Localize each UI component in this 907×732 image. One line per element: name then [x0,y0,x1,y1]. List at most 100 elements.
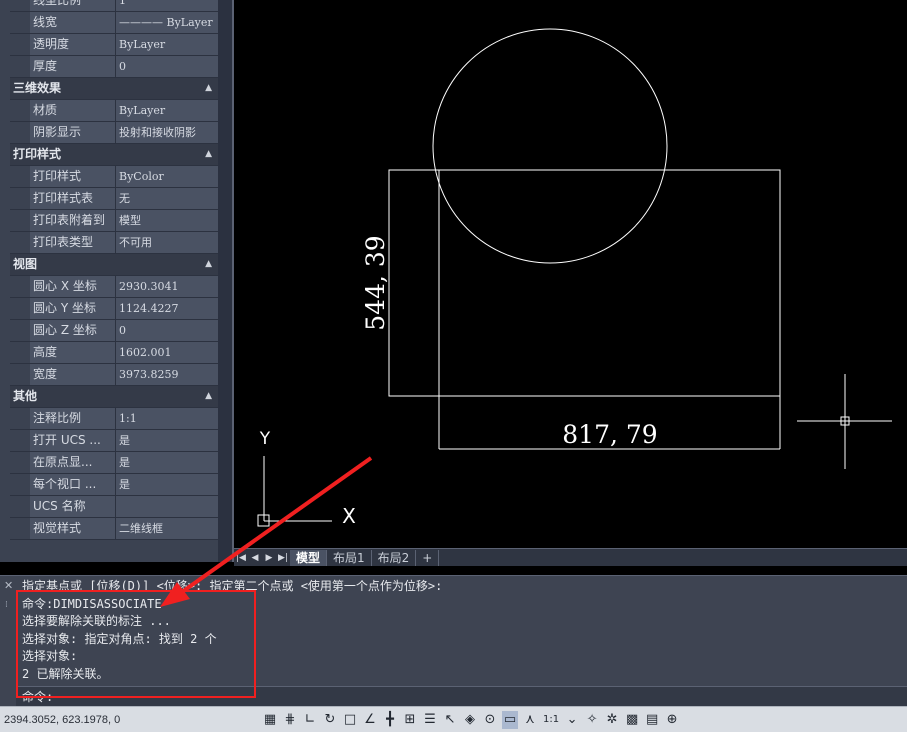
lineweight-icon[interactable]: ☰ [422,711,438,729]
prop-row[interactable]: 线型比例 1 [10,0,218,12]
layout-tab-bar: |◀ ◀ ▶ ▶| 模型 布局1 布局2 + [234,548,907,566]
prop-group-header[interactable]: 其他 ▲ [10,386,218,408]
annotation-scale-label[interactable]: 1:1 [542,711,560,729]
prop-value[interactable]: 模型 [116,210,218,231]
prop-value[interactable]: 3973.8259 [116,364,218,385]
prop-row[interactable]: 线宽 ———— ByLayer [10,12,218,34]
prop-row[interactable]: 打印样式 ByColor [10,166,218,188]
prop-value[interactable]: 不可用 [116,232,218,253]
annotation-scale-icon[interactable]: ⋏ [522,711,538,729]
prop-row[interactable]: 材质 ByLayer [10,100,218,122]
prop-row[interactable]: 高度 1602.001 [10,342,218,364]
prop-value[interactable]: 投射和接收阴影 [116,122,218,143]
clean-screen-icon[interactable]: ▩ [624,711,640,729]
properties-icon[interactable]: ▤ [644,711,660,729]
settings-icon[interactable]: ✲ [604,711,620,729]
snap-icon[interactable]: ⋕ [282,711,298,729]
coordinate-readout[interactable]: 2394.3052, 623.1978, 0 [4,707,120,732]
isolate-icon[interactable]: ✧ [584,711,600,729]
prop-row[interactable]: 每个视口 ... 是 [10,474,218,496]
prop-group-header[interactable]: 视图 ▲ [10,254,218,276]
prop-row[interactable]: 在原点显... 是 [10,452,218,474]
prop-value[interactable]: 1:1 [116,408,218,429]
prop-row[interactable]: 打印表类型 不可用 [10,232,218,254]
dim-text-horizontal[interactable]: 817, 79 [562,420,657,449]
prop-row[interactable]: 打开 UCS ... 是 [10,430,218,452]
properties-scrollbar[interactable] [218,0,232,562]
prop-value[interactable]: ———— ByLayer [116,12,218,33]
ucs-x-label: X [342,504,356,528]
cad-window: 线型比例 1 线宽 ———— ByLayer 透明度 ByLayer 厚度 0 … [0,0,907,732]
prop-value[interactable]: ByLayer [116,100,218,121]
last-tab-icon[interactable]: ▶| [276,553,290,563]
prop-group-header[interactable]: 打印样式 ▲ [10,144,218,166]
prop-value[interactable]: 是 [116,430,218,451]
status-toggles: ▦ ⋕ ∟ ↻ □ ∠ ╋ ⊞ ☰ ↖ ◈ ⊙ ▭ ⋏ 1:1 ⌄ ✧ ✲ ▩ … [262,711,680,729]
prop-value[interactable] [116,496,218,517]
prop-value[interactable]: 1602.001 [116,342,218,363]
selection-cycling-icon[interactable]: ◈ [462,711,478,729]
prop-row[interactable]: 宽度 3973.8259 [10,364,218,386]
workspace-icon[interactable]: ▭ [502,711,518,729]
command-input[interactable]: 命令: [16,686,907,707]
prop-row[interactable]: 圆心 Y 坐标 1124.4227 [10,298,218,320]
prop-name: 高度 [30,342,116,363]
prop-value[interactable]: 1124.4227 [116,298,218,319]
prop-row[interactable]: 打印样式表 无 [10,188,218,210]
drag-handle-icon[interactable]: ⁞ [5,600,8,610]
otrack-icon[interactable]: ∠ [362,711,378,729]
command-history: 指定基点或 [位移(D)] <位移>: 指定第二个点或 <使用第一个点作为位移>… [22,578,902,683]
prop-value[interactable]: 是 [116,452,218,473]
prop-row[interactable]: 圆心 X 坐标 2930.3041 [10,276,218,298]
prop-value[interactable]: 1 [116,0,218,11]
tab-model[interactable]: 模型 [290,549,328,566]
tab-layout2[interactable]: 布局2 [372,549,417,566]
ortho-icon[interactable]: ∟ [302,711,318,729]
prop-group-header[interactable]: 三维效果 ▲ [10,78,218,100]
prop-value[interactable]: ByColor [116,166,218,187]
first-tab-icon[interactable]: |◀ [234,553,248,563]
ucs-icon[interactable]: Y X [257,429,356,528]
collapse-icon[interactable]: ▲ [205,78,212,99]
transparency-icon[interactable]: ↖ [442,711,458,729]
drawn-rectangle[interactable] [388,169,781,397]
chevron-down-icon[interactable]: ⌄ [564,711,580,729]
osnap-icon[interactable]: □ [342,711,358,729]
next-tab-icon[interactable]: ▶ [262,553,276,563]
prop-row[interactable]: UCS 名称 [10,496,218,518]
prop-name: 材质 [30,100,116,121]
prop-row[interactable]: 透明度 ByLayer [10,34,218,56]
dyn-icon[interactable]: ⊞ [402,711,418,729]
ducs-icon[interactable]: ╋ [382,711,398,729]
prop-value[interactable]: 二维线框 [116,518,218,539]
tab-layout1[interactable]: 布局1 [327,549,372,566]
prop-row[interactable]: 注释比例 1:1 [10,408,218,430]
collapse-icon[interactable]: ▲ [205,144,212,165]
prop-value[interactable]: 0 [116,56,218,77]
prop-row[interactable]: 阴影显示 投射和接收阴影 [10,122,218,144]
collapse-icon[interactable]: ▲ [205,386,212,407]
prop-value[interactable]: 是 [116,474,218,495]
prop-value[interactable]: 无 [116,188,218,209]
customize-icon[interactable]: ⊕ [664,711,680,729]
prop-value[interactable]: ByLayer [116,34,218,55]
dim-text-vertical[interactable]: 544, 39 [361,235,390,330]
drawing-canvas[interactable]: 817, 79 544, 39 Y X [232,0,907,548]
prop-name: 注释比例 [30,408,116,429]
prop-value[interactable]: 0 [116,320,218,341]
prop-value[interactable]: 2930.3041 [116,276,218,297]
prev-tab-icon[interactable]: ◀ [248,553,262,563]
add-layout-button[interactable]: + [416,549,440,566]
prop-row[interactable]: 厚度 0 [10,56,218,78]
prop-name: UCS 名称 [30,496,116,517]
prop-row[interactable]: 打印表附着到 模型 [10,210,218,232]
polar-icon[interactable]: ↻ [322,711,338,729]
prop-row[interactable]: 视觉样式 二维线框 [10,518,218,540]
prop-name: 视觉样式 [30,518,116,539]
annotation-icon[interactable]: ⊙ [482,711,498,729]
grid-icon[interactable]: ▦ [262,711,278,729]
close-icon[interactable]: ✕ [4,579,13,592]
drawn-circle[interactable] [432,28,668,264]
collapse-icon[interactable]: ▲ [205,254,212,275]
prop-row[interactable]: 圆心 Z 坐标 0 [10,320,218,342]
